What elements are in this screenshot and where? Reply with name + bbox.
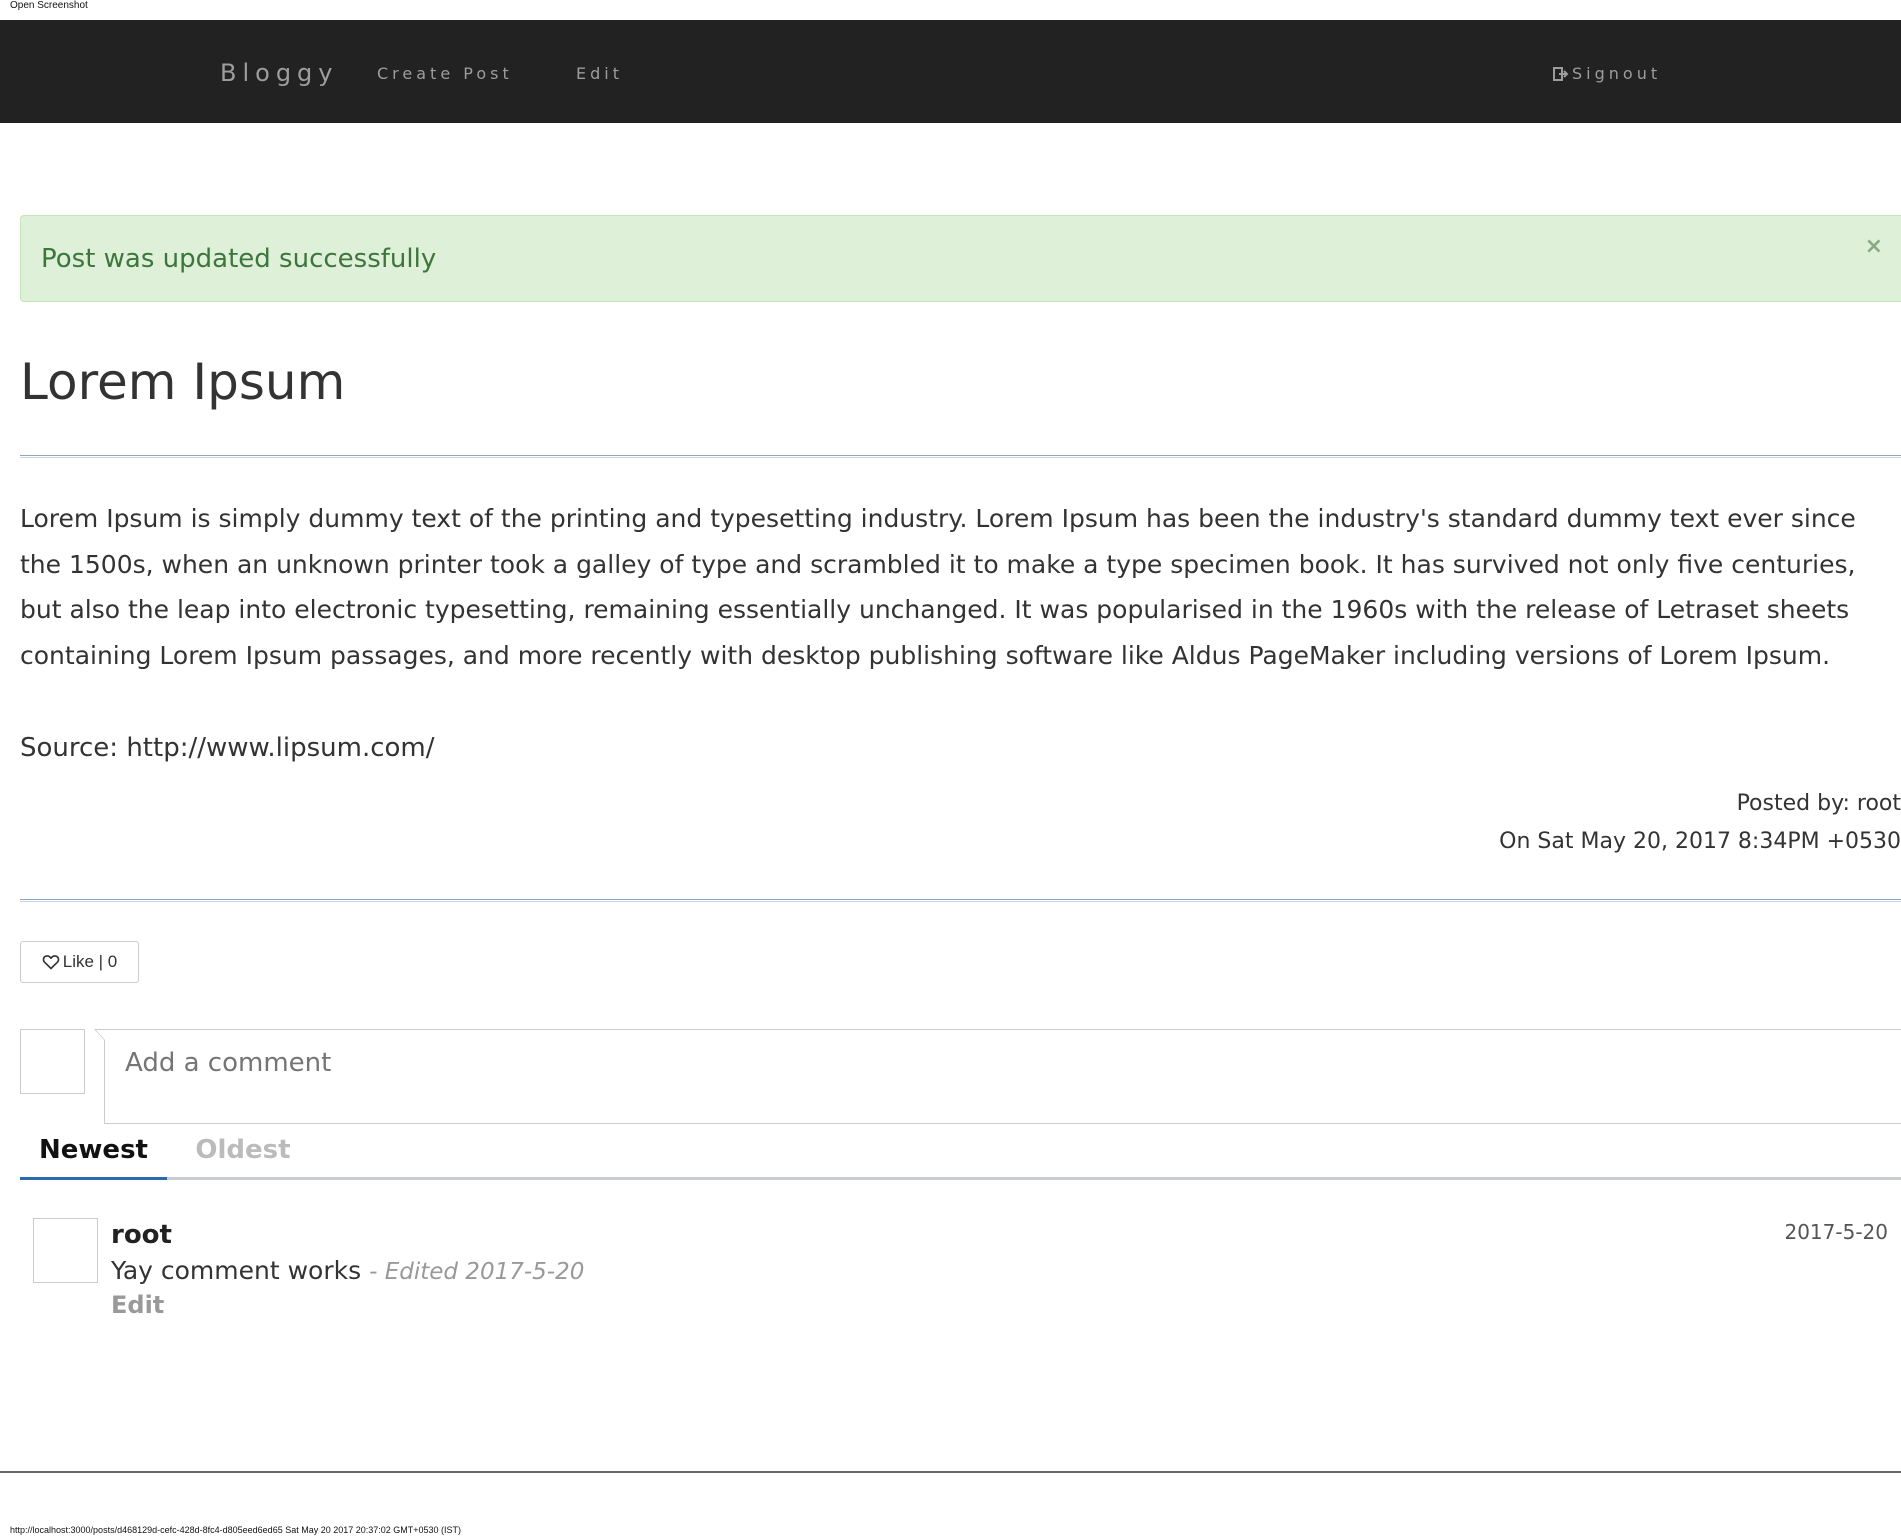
heart-outline-icon [42, 953, 60, 971]
comment-text-line: Yay comment works - Edited 2017-5-20 [111, 1254, 584, 1289]
success-alert: Post was updated successfully × [20, 215, 1901, 302]
comment-edit-link[interactable]: Edit [111, 1289, 164, 1321]
comment-date: 2017-5-20 [1784, 1220, 1888, 1244]
tab-oldest[interactable]: Oldest [193, 1130, 293, 1180]
post-body: Lorem Ipsum is simply dummy text of the … [20, 504, 1856, 670]
brand-link[interactable]: Bloggy [220, 58, 339, 88]
like-button[interactable]: Like | 0 [20, 941, 139, 983]
post-source: Source: http://www.lipsum.com/ [20, 733, 435, 763]
nav-signout[interactable]: Signout [1553, 64, 1661, 84]
alert-message: Post was updated successfully [41, 244, 437, 274]
signout-label: Signout [1572, 64, 1662, 83]
comment-sort-tabs: Newest Oldest [20, 1130, 1901, 1180]
avatar [20, 1029, 85, 1094]
logout-icon [1553, 66, 1569, 82]
like-label: Like | 0 [62, 952, 118, 971]
divider [0, 1471, 1901, 1473]
post-date: On Sat May 20, 2017 8:34PM +0530 [1499, 829, 1901, 854]
divider [20, 455, 1901, 458]
post-author: Posted by: root [1736, 791, 1901, 816]
comment-text: Yay comment works [111, 1256, 362, 1285]
avatar [33, 1218, 98, 1283]
divider [20, 899, 1901, 902]
screenshot-url-caption: http://localhost:3000/posts/d468129d-cef… [10, 1525, 462, 1535]
nav-create-post[interactable]: Create Post [377, 64, 513, 84]
comment-edited: - Edited 2017-5-20 [369, 1259, 585, 1285]
tab-newest[interactable]: Newest [20, 1130, 167, 1180]
comment-input[interactable] [125, 1048, 1825, 1078]
post-title: Lorem Ipsum [20, 353, 346, 411]
navbar: Bloggy Create Post Edit Signout [0, 20, 1901, 123]
nav-edit[interactable]: Edit [576, 64, 623, 84]
alert-close-button[interactable]: × [1865, 236, 1883, 258]
comment-box[interactable] [94, 1029, 1901, 1124]
screenshot-caption: Open Screenshot [10, 0, 88, 11]
comment-author: root [111, 1220, 172, 1250]
